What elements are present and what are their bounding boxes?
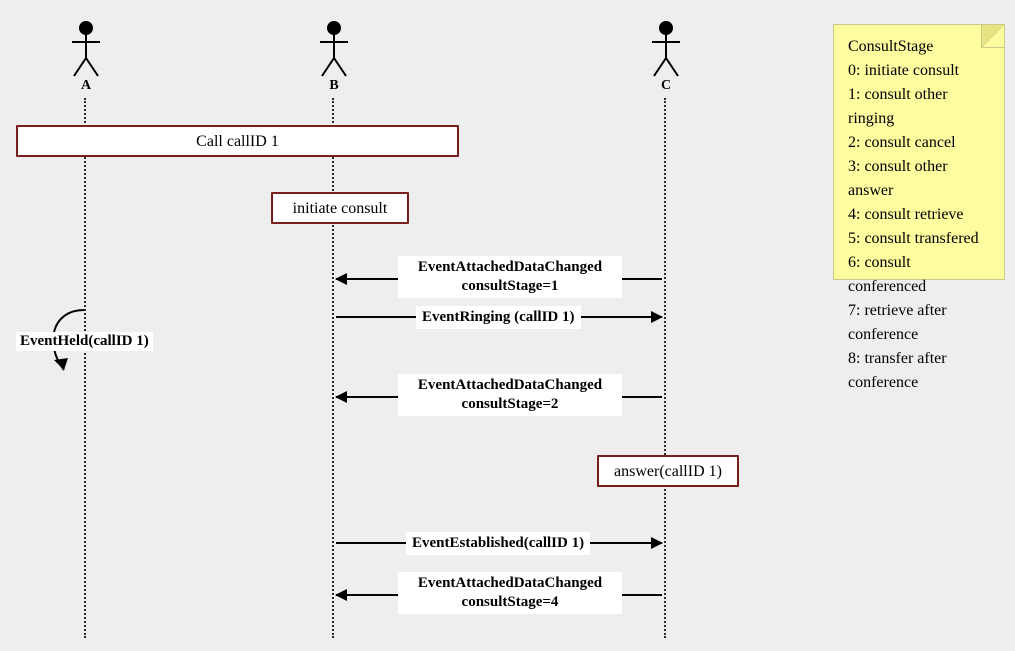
lifeline-c xyxy=(664,98,666,638)
stickman-icon xyxy=(316,20,352,80)
note-line-2: 2: consult cancel xyxy=(848,131,990,155)
note-consult-stage: ConsultStage 0: initiate consult 1: cons… xyxy=(833,24,1005,280)
note-line-4: 4: consult retrieve xyxy=(848,203,990,227)
arrowhead-left-icon xyxy=(335,391,347,403)
note-line-1: 1: consult other ringing xyxy=(848,83,990,131)
actor-b: B xyxy=(314,20,354,94)
msg-stage1-line2: consultStage=1 xyxy=(462,278,559,294)
note-line-7: 7: retrieve after conference xyxy=(848,299,990,347)
arrowhead-left-icon xyxy=(335,589,347,601)
box-call-callid-1: Call callID 1 xyxy=(16,125,459,157)
stickman-icon xyxy=(68,20,104,80)
box-answer-label: answer(callID 1) xyxy=(614,463,722,480)
box-initiate-label: initiate consult xyxy=(293,200,388,217)
msg-stage4: EventAttachedDataChanged consultStage=4 xyxy=(398,572,622,614)
stickman-icon xyxy=(648,20,684,80)
msg-stage2: EventAttachedDataChanged consultStage=2 xyxy=(398,374,622,416)
note-title: ConsultStage xyxy=(848,35,990,59)
msg-established: EventEstablished(callID 1) xyxy=(406,532,590,555)
sequence-diagram: A B C Call callID 1 initiate consult xyxy=(0,0,1015,651)
note-line-0: 0: initiate consult xyxy=(848,59,990,83)
note-line-8: 8: transfer after conference xyxy=(848,347,990,395)
msg-ringing: EventRinging (callID 1) xyxy=(416,306,581,329)
actor-c: C xyxy=(646,20,686,94)
arrowhead-left-icon xyxy=(335,273,347,285)
note-line-6: 6: consult conferenced xyxy=(848,251,990,299)
box-answer: answer(callID 1) xyxy=(597,455,739,487)
msg-ringing-line1: EventRinging (callID 1) xyxy=(422,309,575,325)
lifeline-b xyxy=(332,98,334,638)
actor-a-label: A xyxy=(66,78,106,94)
self-message-label: EventHeld(callID 1) xyxy=(16,332,153,351)
box-initiate-consult: initiate consult xyxy=(271,192,409,224)
arrowhead-right-icon xyxy=(651,311,663,323)
arrowhead-right-icon xyxy=(651,537,663,549)
actor-c-label: C xyxy=(646,78,686,94)
msg-stage2-line2: consultStage=2 xyxy=(462,396,559,412)
note-line-5: 5: consult transfered xyxy=(848,227,990,251)
msg-stage2-line1: EventAttachedDataChanged xyxy=(418,377,602,393)
actor-a: A xyxy=(66,20,106,94)
msg-stage4-line2: consultStage=4 xyxy=(462,594,559,610)
msg-established-line1: EventEstablished(callID 1) xyxy=(412,535,584,551)
msg-stage1: EventAttachedDataChanged consultStage=1 xyxy=(398,256,622,298)
note-line-3: 3: consult other answer xyxy=(848,155,990,203)
actor-b-label: B xyxy=(314,78,354,94)
note-fold-icon xyxy=(981,25,1004,48)
msg-stage1-line1: EventAttachedDataChanged xyxy=(418,259,602,275)
box-call-label: Call callID 1 xyxy=(196,133,279,150)
msg-stage4-line1: EventAttachedDataChanged xyxy=(418,575,602,591)
